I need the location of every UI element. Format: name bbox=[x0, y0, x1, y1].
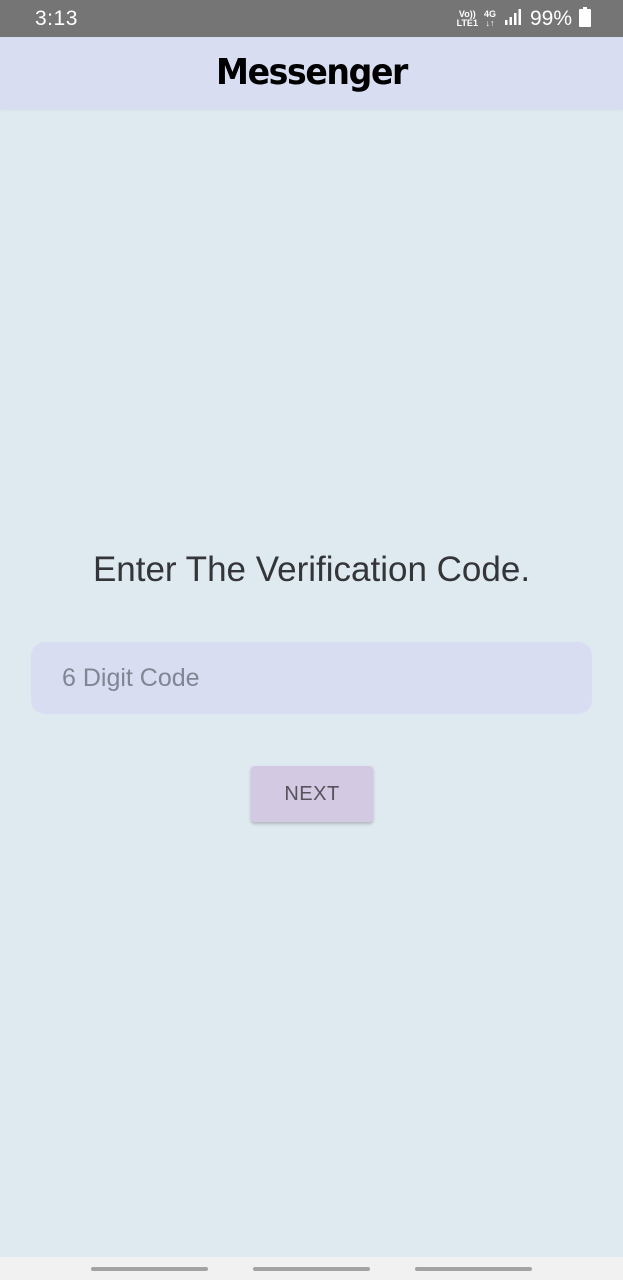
battery-percent: 99% bbox=[529, 7, 572, 30]
next-button[interactable]: NEXT bbox=[251, 766, 373, 822]
nav-back-handle[interactable] bbox=[415, 1267, 532, 1271]
signal-icon bbox=[504, 8, 522, 31]
app-bar: Messenger bbox=[0, 37, 623, 109]
lte-label: LTE1 bbox=[456, 18, 478, 28]
nav-recent-apps-handle[interactable] bbox=[91, 1267, 208, 1271]
status-bar: 3:13 Vo)) LTE1 4G ↓↑ 99% bbox=[0, 0, 623, 37]
network-arrows-label: ↓↑ bbox=[485, 18, 495, 28]
volte-indicator: Vo)) LTE1 bbox=[457, 10, 478, 28]
app-title: Messenger bbox=[216, 52, 408, 93]
status-icons: Vo)) LTE1 4G ↓↑ 99% bbox=[457, 6, 591, 32]
status-time: 3:13 bbox=[35, 7, 78, 30]
verification-heading: Enter The Verification Code. bbox=[92, 550, 531, 589]
nav-home-handle[interactable] bbox=[253, 1267, 370, 1271]
battery-icon bbox=[579, 6, 591, 32]
verification-code-input[interactable] bbox=[31, 642, 592, 714]
navigation-bar bbox=[0, 1257, 623, 1280]
network-indicator: 4G ↓↑ bbox=[484, 10, 496, 28]
